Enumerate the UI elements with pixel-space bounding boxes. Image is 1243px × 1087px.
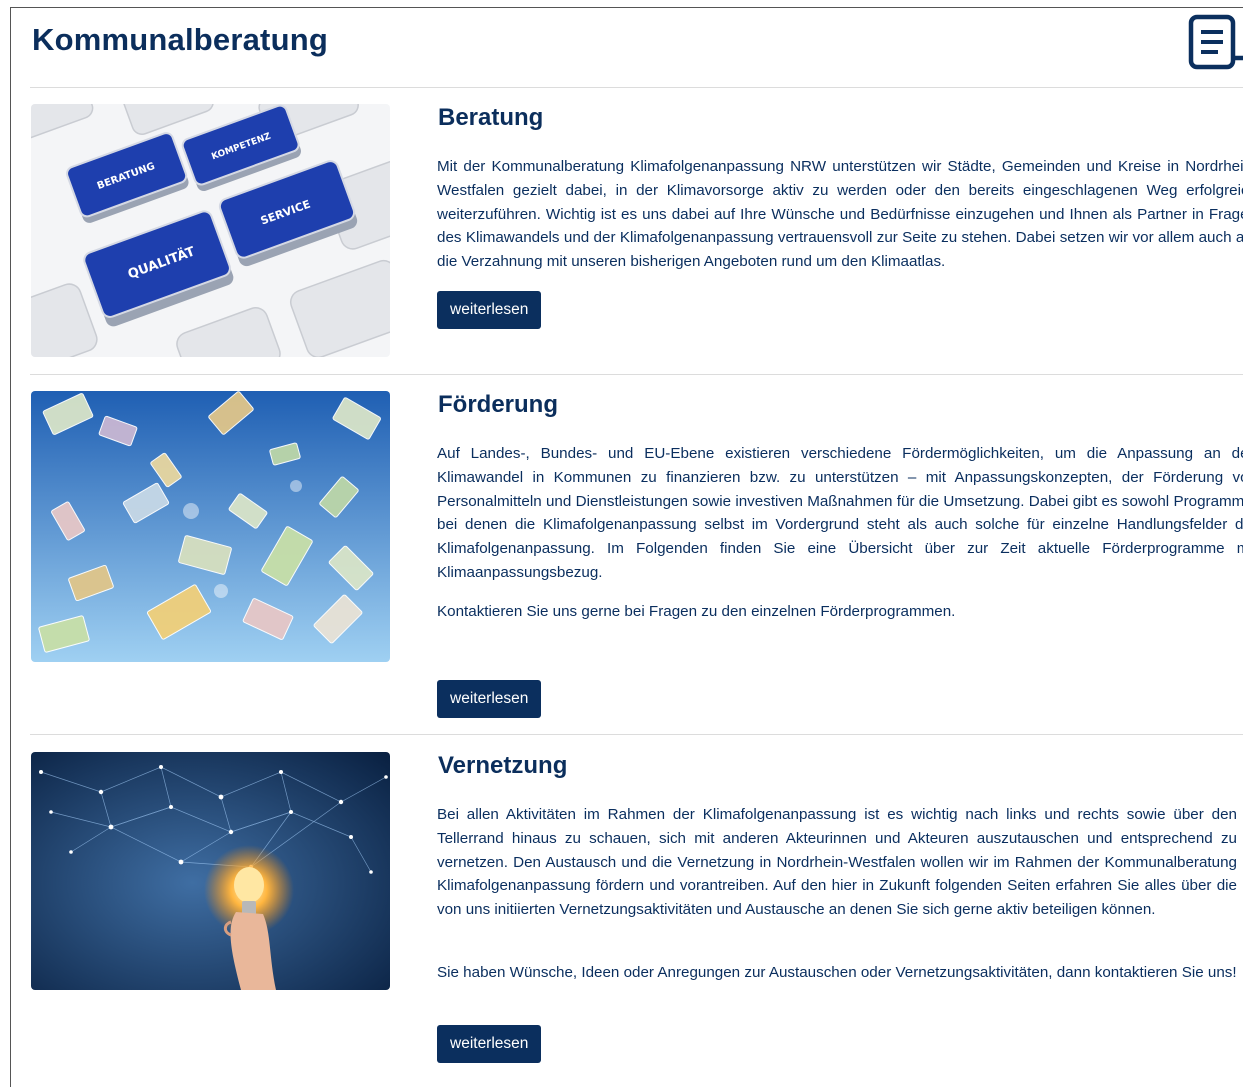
section-text-beratung: Mit der Kommunalberatung Klimafolgenanpa… — [437, 158, 1243, 271]
foerderung-image — [31, 391, 390, 662]
section-text-foerderung: Auf Landes-, Bundes- und EU-Ebene existi… — [437, 445, 1243, 581]
divider — [30, 734, 1243, 735]
weiterlesen-button-beratung[interactable]: weiterlesen — [437, 291, 542, 329]
weiterlesen-button-foerderung[interactable]: weiterlesen — [437, 680, 542, 718]
page-title: Kommunalberatung — [32, 22, 328, 57]
section-title-vernetzung: Vernetzung — [438, 752, 568, 779]
section-text-foerderung-2: Kontaktieren Sie uns gerne bei Fragen zu… — [437, 603, 956, 620]
weiterlesen-button-vernetzung[interactable]: weiterlesen — [437, 1025, 542, 1063]
divider — [30, 374, 1243, 375]
section-title-beratung: Beratung — [438, 104, 544, 131]
section-text-vernetzung-2: Sie haben Wünsche, Ideen oder Anregungen… — [437, 964, 1237, 981]
beratung-image: BERATUNG KOMPETENZ SERVICE QUALITÄT — [31, 104, 390, 357]
section-text-vernetzung: Bei allen Aktivitäten im Rahmen der Klim… — [437, 806, 1237, 919]
document-list-icon[interactable] — [1188, 14, 1243, 70]
vernetzung-image — [31, 752, 390, 990]
section-title-foerderung: Förderung — [438, 391, 558, 418]
divider — [30, 87, 1243, 88]
